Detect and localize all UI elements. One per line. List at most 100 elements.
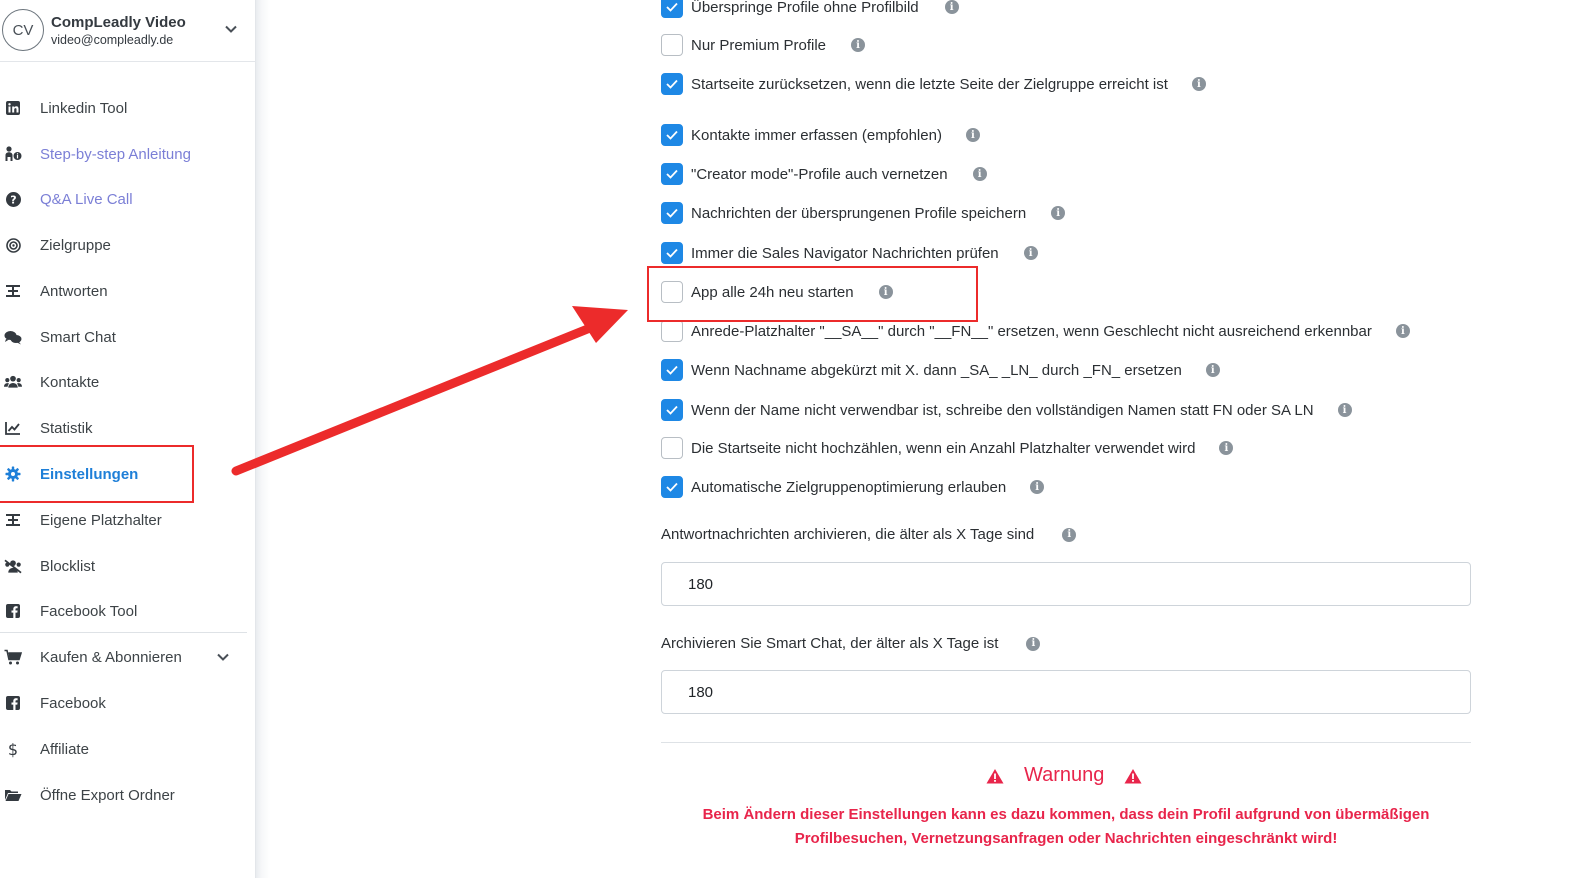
sidebar-item-label: Q&A Live Call xyxy=(40,190,133,208)
sidebar-item-label: Zielgruppe xyxy=(40,236,111,254)
info-icon[interactable]: i xyxy=(1023,246,1038,260)
setting-abbreviated-lastname: Wenn Nachname abgekürzt mit X. dann _SA_… xyxy=(661,358,1220,382)
checkbox[interactable] xyxy=(661,0,683,18)
sidebar-item-label: Smart Chat xyxy=(40,328,116,346)
warning-triangle-icon xyxy=(986,768,1004,783)
sidebar-item-statistik[interactable]: Statistik xyxy=(0,413,256,443)
reply-placeholder-icon xyxy=(4,282,22,300)
sidebar-item-antworten[interactable]: Antworten xyxy=(0,276,256,306)
checkbox[interactable] xyxy=(661,242,683,264)
sidebar-item-label: Facebook Tool xyxy=(40,602,138,620)
person-info-icon xyxy=(4,145,22,163)
line-chart-icon xyxy=(4,419,22,437)
sidebar-item-qa-live-call[interactable]: ? Q&A Live Call xyxy=(0,184,256,214)
sidebar-item-kaufen-abonnieren[interactable]: Kaufen & Abonnieren xyxy=(0,642,256,672)
checkbox-label: Überspringe Profile ohne Profilbild xyxy=(691,0,919,16)
sidebar-item-smart-chat[interactable]: Smart Chat xyxy=(0,322,256,352)
sidebar-item-facebook[interactable]: Facebook xyxy=(0,688,256,718)
chat-bubbles-icon xyxy=(4,328,22,346)
sidebar-item-label: Affiliate xyxy=(40,740,89,758)
setting-auto-audience-optimization: Automatische Zielgruppenoptimierung erla… xyxy=(661,475,1045,499)
facebook-icon xyxy=(4,694,22,712)
checkbox-label: Nachrichten der übersprungenen Profile s… xyxy=(691,204,1027,222)
sidebar-item-label: Antworten xyxy=(40,282,108,300)
checkbox-label: "Creator mode"-Profile auch vernetzen xyxy=(691,165,948,183)
archive-replies-label: Antwortnachrichten archivieren, die älte… xyxy=(661,526,1077,543)
info-icon[interactable]: i xyxy=(1026,636,1041,651)
info-icon[interactable]: i xyxy=(972,167,987,181)
sidebar-item-step-by-step[interactable]: Step-by-step Anleitung xyxy=(0,139,256,169)
warning-triangle-icon xyxy=(1124,768,1142,783)
checkbox[interactable] xyxy=(661,399,683,421)
sidebar-item-eigene-platzhalter[interactable]: Eigene Platzhalter xyxy=(0,505,256,535)
chevron-down-icon[interactable] xyxy=(216,650,230,664)
sidebar-item-label: Step-by-step Anleitung xyxy=(40,145,191,163)
info-icon[interactable]: i xyxy=(1205,363,1220,377)
checkbox-label: Startseite zurücksetzen, wenn die letzte… xyxy=(691,75,1168,93)
checkbox[interactable] xyxy=(661,437,683,459)
profile-email: video@compleadly.de xyxy=(51,33,174,47)
sidebar-item-zielgruppe[interactable]: Zielgruppe xyxy=(0,230,256,260)
info-icon[interactable]: i xyxy=(1191,77,1206,91)
chevron-down-icon[interactable] xyxy=(224,22,238,36)
archive-smartchat-days-input[interactable] xyxy=(661,670,1471,714)
sidebar-item-label: Kaufen & Abonnieren xyxy=(40,648,182,666)
checkbox-label: Automatische Zielgruppenoptimierung erla… xyxy=(691,478,1007,496)
sidebar-item-label: Statistik xyxy=(40,419,93,437)
placeholder-icon xyxy=(4,511,22,529)
sidebar-item-label: Eigene Platzhalter xyxy=(40,511,162,529)
setting-check-sales-navigator: Immer die Sales Navigator Nachrichten pr… xyxy=(661,241,1038,265)
info-icon[interactable]: i xyxy=(944,0,959,14)
svg-text:?: ? xyxy=(10,193,16,206)
info-icon[interactable]: i xyxy=(1062,527,1077,542)
checkbox[interactable] xyxy=(661,476,683,498)
setting-premium-only: Nur Premium Profile i xyxy=(661,33,866,57)
warning-text: Beim Ändern dieser Einstellungen kann es… xyxy=(702,806,1430,847)
sidebar-item-label: Öffne Export Ordner xyxy=(40,786,175,804)
checkbox[interactable] xyxy=(661,202,683,224)
sidebar-item-kontakte[interactable]: Kontakte xyxy=(0,367,256,397)
info-icon[interactable]: i xyxy=(965,128,980,142)
sidebar-shadow xyxy=(256,0,270,878)
info-icon[interactable]: i xyxy=(1337,403,1352,417)
avatar: CV xyxy=(2,9,44,51)
checkbox-label: Wenn Nachname abgekürzt mit X. dann _SA_… xyxy=(691,361,1182,379)
checkbox-label: Wenn der Name nicht verwendbar ist, schr… xyxy=(691,401,1314,419)
setting-save-skipped-messages: Nachrichten der übersprungenen Profile s… xyxy=(661,201,1066,225)
profile-name: CompLeadly Video xyxy=(51,14,186,31)
question-circle-icon: ? xyxy=(4,190,22,208)
checkbox[interactable] xyxy=(661,163,683,185)
dollar-icon: $ xyxy=(4,740,22,758)
checkbox-label: Anrede-Platzhalter "__SA__" durch "__FN_… xyxy=(691,322,1372,340)
setting-skip-no-photo: Überspringe Profile ohne Profilbild i xyxy=(661,0,959,19)
sidebar-item-label: Blocklist xyxy=(40,557,96,575)
info-icon[interactable]: i xyxy=(1030,480,1045,494)
archive-replies-days-input[interactable] xyxy=(661,562,1471,606)
sidebar-item-label: Kontakte xyxy=(40,373,100,391)
sidebar-item-linkedin-tool[interactable]: Linkedin Tool xyxy=(0,93,256,123)
info-icon[interactable]: i xyxy=(1051,206,1066,220)
sidebar-item-export-ordner[interactable]: Öffne Export Ordner xyxy=(0,780,256,810)
annotation-highlight-einstellungen xyxy=(0,445,194,503)
checkbox[interactable] xyxy=(661,320,683,342)
sidebar-item-label: Facebook xyxy=(40,694,106,712)
info-icon[interactable]: i xyxy=(851,38,866,52)
profile-header[interactable]: CV CompLeadly Video video@compleadly.de xyxy=(0,0,256,62)
checkbox[interactable] xyxy=(661,359,683,381)
setting-creator-mode: "Creator mode"-Profile auch vernetzen i xyxy=(661,162,987,186)
divider xyxy=(661,742,1471,743)
facebook-icon xyxy=(4,602,22,620)
checkbox[interactable] xyxy=(661,124,683,146)
checkbox[interactable] xyxy=(661,73,683,95)
sidebar-item-blocklist[interactable]: Blocklist xyxy=(0,551,256,581)
archive-smartchat-label: Archivieren Sie Smart Chat, der älter al… xyxy=(661,635,1041,652)
sidebar-item-affiliate[interactable]: $ Affiliate xyxy=(0,734,256,764)
checkbox-label: Nur Premium Profile xyxy=(691,36,827,54)
info-icon[interactable]: i xyxy=(1219,441,1234,455)
warning-title: Warnung xyxy=(986,764,1142,787)
checkbox-label: Die Startseite nicht hochzählen, wenn ei… xyxy=(691,439,1196,457)
sidebar-divider xyxy=(0,632,247,633)
info-icon[interactable]: i xyxy=(1395,324,1410,338)
checkbox[interactable] xyxy=(661,34,683,56)
sidebar-item-facebook-tool[interactable]: Facebook Tool xyxy=(0,596,256,626)
